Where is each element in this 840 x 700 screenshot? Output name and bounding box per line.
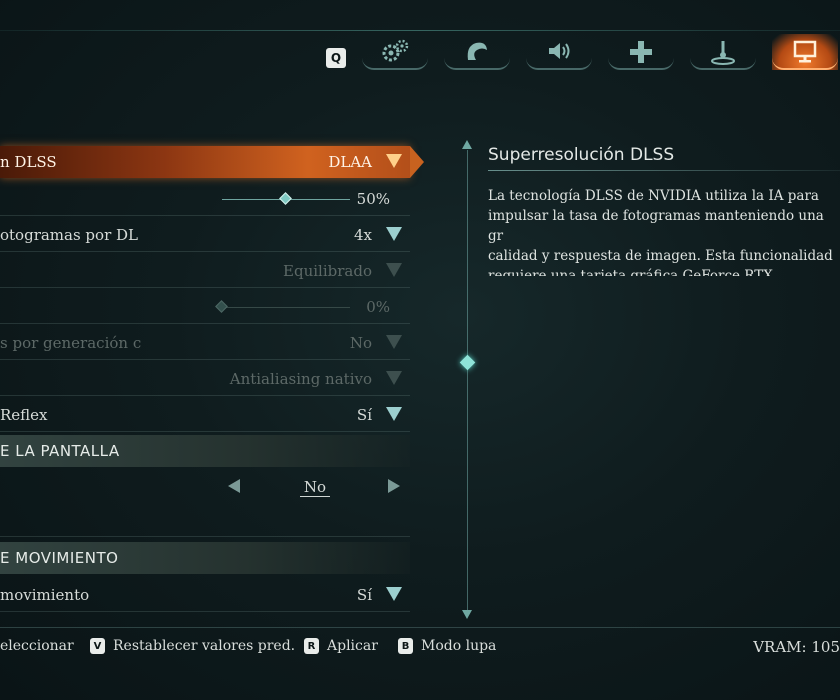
setting-motion[interactable]: movimiento Sí [0,578,410,612]
scroll-thumb[interactable] [459,354,476,371]
vram-readout: VRAM: 105 [753,638,840,656]
dpad-icon [630,41,652,63]
hint-magnifier[interactable]: B Modo lupa [398,638,496,654]
setting-dlss-mode[interactable]: n DLSS DLAA [0,146,424,178]
tab-general[interactable] [362,34,428,70]
key-b-icon: B [398,638,413,654]
dropdown-arrow-icon[interactable] [386,263,402,277]
setting-generated-frames[interactable]: s por generación c No [0,326,410,360]
dropdown-arrow-icon[interactable] [386,335,402,349]
tab-gamepad[interactable] [690,34,756,70]
top-frame-line [0,30,840,31]
dropdown-arrow-icon[interactable] [386,407,402,421]
hint-apply[interactable]: R Aplicar [304,638,378,654]
scroll-down-icon[interactable] [462,610,472,619]
description-body: La tecnología DLSS de NVIDIA utiliza la … [488,188,833,276]
setting-value: Sí [356,406,372,424]
description-title: Superresolución DLSS [488,145,675,165]
setting-disabled-slider[interactable]: 0% [0,290,410,324]
q-key-hint: Q [326,48,346,68]
setting-label: s por generación c [0,334,142,352]
setting-value: No [299,478,330,497]
setting-value: 50% [356,190,390,208]
setting-value: 0% [366,298,390,316]
gears-icon [382,39,409,62]
setting-screen-toggle[interactable]: No [0,470,410,504]
setting-antialiasing[interactable]: Antialiasing nativo [0,362,410,396]
setting-reflex[interactable]: Reflex Sí [0,398,410,432]
hint-reset-label: Restablecer valores pred. [113,638,296,654]
setting-value: No [349,334,372,352]
joystick-icon [711,41,735,65]
divider [0,536,410,537]
setting-value: Sí [356,586,372,604]
character-icon [467,42,487,60]
section-header-movement: E MOVIMIENTO [0,542,410,574]
scroll-up-icon[interactable] [462,140,472,149]
setting-value: DLAA [328,153,372,171]
monitor-icon [793,40,817,63]
selection-pointer-icon [410,146,424,178]
slider-knob[interactable] [215,300,228,313]
dropdown-arrow-icon[interactable] [386,227,402,241]
dropdown-arrow-icon[interactable] [386,371,402,385]
hint-magnifier-label: Modo lupa [421,638,497,654]
setting-value: Antialiasing nativo [229,370,372,388]
setting-frame-generation[interactable]: otogramas por DL 4x [0,218,410,252]
setting-label: n DLSS [0,153,57,171]
arrow-right-icon[interactable] [388,479,400,493]
setting-label: movimiento [0,586,90,604]
tab-audio[interactable] [526,34,592,70]
setting-value: 4x [353,226,372,244]
arrow-left-icon[interactable] [228,479,240,493]
dropdown-arrow-icon[interactable] [386,154,402,168]
setting-label: Reflex [0,406,48,424]
dropdown-arrow-icon[interactable] [386,587,402,601]
section-header-screen: E LA PANTALLA [0,435,410,467]
hint-apply-label: Aplicar [327,638,378,654]
panel-divider [467,150,468,614]
hint-reset[interactable]: V Restablecer valores pred. [90,638,295,654]
tab-character[interactable] [444,34,510,70]
speaker-icon [549,43,570,59]
setting-value: Equilibrado [283,262,372,280]
hint-select-label: eleccionar [0,638,74,654]
key-r-icon: R [304,638,319,654]
setting-label: otogramas por DL [0,226,138,244]
tab-controls[interactable] [608,34,674,70]
footer-divider [0,627,840,628]
description-underline [488,170,840,171]
setting-sharpness-slider[interactable]: 50% [0,182,410,216]
hint-select[interactable]: eleccionar [0,638,74,654]
slider-track[interactable] [222,307,350,308]
setting-quality-preset[interactable]: Equilibrado [0,254,410,288]
slider-knob[interactable] [279,192,292,205]
key-v-icon: V [90,638,105,654]
tab-display[interactable] [772,34,838,70]
